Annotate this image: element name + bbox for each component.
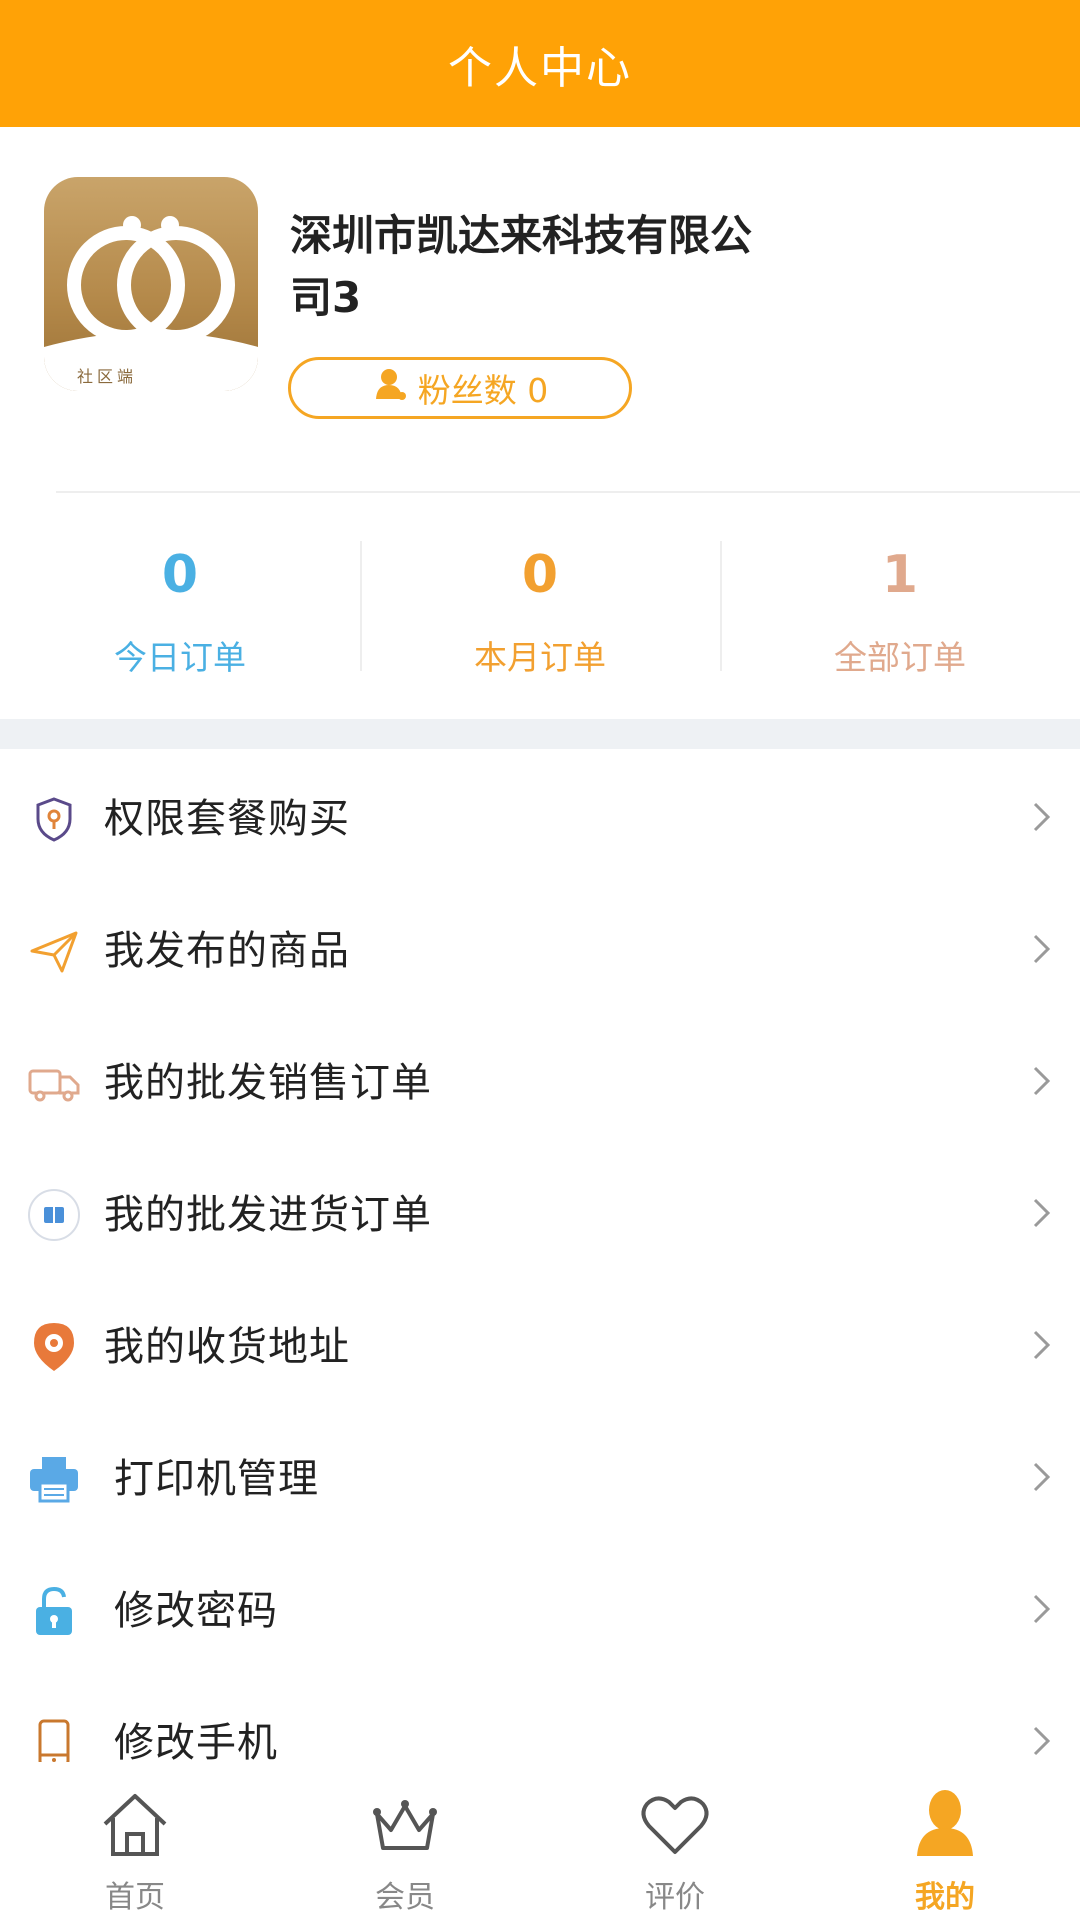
lock-icon xyxy=(26,1583,82,1639)
chevron-right-icon xyxy=(1033,1066,1051,1096)
chevron-right-icon xyxy=(1033,1726,1051,1756)
stat-today-orders[interactable]: 0 今日订单 xyxy=(0,493,360,719)
tab-review[interactable]: 评价 xyxy=(540,1762,810,1920)
bottom-tab-bar: 首页 会员 评价 我的 xyxy=(0,1762,1080,1920)
heart-icon xyxy=(641,1796,709,1854)
user-icon xyxy=(917,1790,973,1856)
logo-caption: 社区端 xyxy=(76,367,137,386)
stat-label: 全部订单 xyxy=(834,638,966,677)
menu-item-label: 我发布的商品 xyxy=(104,928,350,974)
menu-item-label: 打印机管理 xyxy=(114,1456,319,1502)
menu-item-label: 修改密码 xyxy=(114,1588,278,1634)
chevron-right-icon xyxy=(1033,934,1051,964)
truck-icon xyxy=(26,1055,82,1111)
chevron-right-icon xyxy=(1033,802,1051,832)
stat-label: 今日订单 xyxy=(114,638,246,677)
menu-item-shipping-address[interactable]: 我的收货地址 xyxy=(0,1277,1080,1409)
fans-count-badge[interactable]: 粉丝数 0 xyxy=(288,357,632,419)
stat-value: 0 xyxy=(161,545,199,605)
stat-month-orders[interactable]: 0 本月订单 xyxy=(360,493,720,719)
tab-label: 评价 xyxy=(645,1880,705,1915)
stat-value: 1 xyxy=(881,545,919,605)
book-icon xyxy=(26,1187,82,1243)
shield-icon xyxy=(26,791,82,847)
menu-item-label: 我的批发进货订单 xyxy=(104,1192,432,1238)
chevron-right-icon xyxy=(1033,1594,1051,1624)
tab-label: 首页 xyxy=(105,1880,165,1915)
stat-all-orders[interactable]: 1 全部订单 xyxy=(720,493,1080,719)
chevron-right-icon xyxy=(1033,1198,1051,1228)
menu-item-label: 我的批发销售订单 xyxy=(104,1060,432,1106)
menu-item-wholesale-purchase-orders[interactable]: 我的批发进货订单 xyxy=(0,1145,1080,1277)
menu-item-change-password[interactable]: 修改密码 xyxy=(0,1541,1080,1673)
menu-item-label: 我的收货地址 xyxy=(104,1324,350,1370)
page-title: 个人中心 xyxy=(448,42,632,94)
menu-item-wholesale-sales-orders[interactable]: 我的批发销售订单 xyxy=(0,1013,1080,1145)
tab-mine[interactable]: 我的 xyxy=(810,1762,1080,1920)
tab-label: 我的 xyxy=(915,1880,975,1915)
section-separator xyxy=(0,719,1080,749)
company-name: 深圳市凯达来科技有限公司3 xyxy=(290,211,753,322)
fans-count-label: 粉丝数 0 xyxy=(417,371,549,410)
order-stats: 0 今日订单 0 本月订单 1 全部订单 xyxy=(0,493,1080,719)
crown-icon xyxy=(373,1800,437,1850)
user-icon xyxy=(372,366,408,410)
tab-home[interactable]: 首页 xyxy=(0,1762,270,1920)
profile-card: 社区端 深圳市凯达来科技有限公司3 粉丝数 0 xyxy=(0,127,1080,493)
menu-list: 权限套餐购买 我发布的商品 我的批发销售订单 我的批发进货订单 我的收货地址 打 xyxy=(0,749,1080,1805)
tab-label: 会员 xyxy=(375,1880,435,1915)
paper-plane-icon xyxy=(26,923,82,979)
stat-label: 本月订单 xyxy=(474,638,606,677)
menu-item-label: 修改手机 xyxy=(114,1720,278,1766)
menu-item-printer-management[interactable]: 打印机管理 xyxy=(0,1409,1080,1541)
home-icon xyxy=(103,1794,167,1856)
menu-item-package-purchase[interactable]: 权限套餐购买 xyxy=(0,749,1080,881)
company-logo xyxy=(44,177,258,391)
printer-icon xyxy=(26,1451,82,1507)
app-header: 个人中心 xyxy=(0,0,1080,127)
stat-value: 0 xyxy=(521,545,559,605)
menu-item-my-products[interactable]: 我发布的商品 xyxy=(0,881,1080,1013)
location-pin-icon xyxy=(26,1319,82,1375)
chevron-right-icon xyxy=(1033,1330,1051,1360)
tab-member[interactable]: 会员 xyxy=(270,1762,540,1920)
chevron-right-icon xyxy=(1033,1462,1051,1492)
menu-item-label: 权限套餐购买 xyxy=(104,796,350,842)
